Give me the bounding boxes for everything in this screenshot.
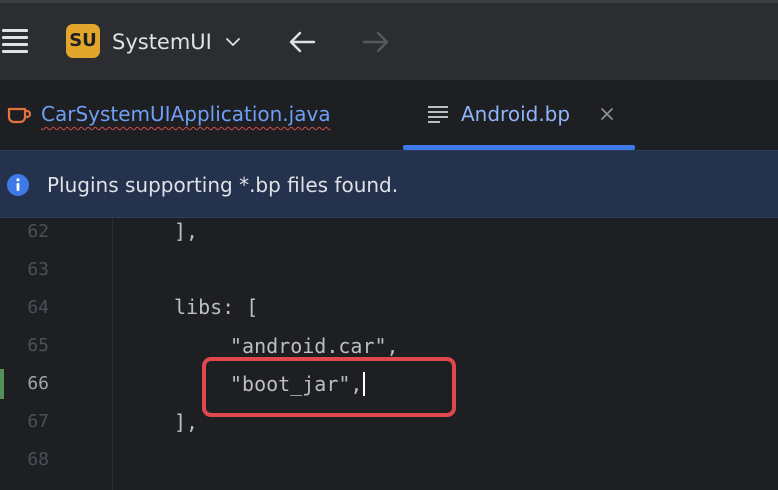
code-line[interactable]: "android.car", — [230, 333, 399, 359]
line-number: 68 — [27, 449, 49, 470]
text-file-icon — [428, 106, 448, 123]
line-number: 65 — [27, 335, 49, 356]
line-number: 64 — [27, 297, 49, 318]
tab-car-system-ui-application-java[interactable]: CarSystemUIApplication.java — [0, 80, 380, 150]
tab-label: Android.bp — [461, 102, 571, 126]
line-number: 67 — [27, 411, 49, 432]
code-line[interactable]: ], — [174, 409, 198, 435]
code-editor[interactable]: 62 63 64 65 66 67 68 ], libs: [ "android… — [0, 218, 778, 490]
project-name[interactable]: SystemUI — [112, 28, 212, 56]
hamburger-menu-icon[interactable] — [2, 27, 28, 55]
line-number-gutter: 62 63 64 65 66 67 68 — [0, 218, 110, 490]
code-line[interactable]: ], — [174, 218, 198, 244]
window-top-edge — [0, 0, 778, 3]
project-badge[interactable]: SU — [66, 24, 100, 58]
arrow-right-icon[interactable] — [358, 27, 392, 57]
plugin-notification-banner: Plugins supporting *.bp files found. — [0, 150, 778, 218]
close-icon[interactable] — [597, 104, 617, 124]
editor-tabs: CarSystemUIApplication.java Android.bp — [0, 80, 778, 150]
line-number-current: 66 — [27, 373, 49, 394]
title-bar: SU SystemUI — [0, 0, 778, 80]
chevron-down-icon[interactable] — [224, 33, 242, 51]
banner-message: Plugins supporting *.bp files found. — [47, 173, 399, 197]
line-number: 63 — [27, 259, 49, 280]
line-number: 62 — [27, 221, 49, 242]
arrow-left-icon[interactable] — [286, 27, 320, 57]
highlight-annotation-box — [202, 357, 456, 417]
tab-android-bp[interactable]: Android.bp — [403, 80, 635, 150]
info-icon — [7, 174, 29, 196]
java-cup-icon — [7, 107, 32, 124]
code-line[interactable]: libs: [ — [174, 294, 258, 320]
tab-label: CarSystemUIApplication.java — [41, 102, 331, 126]
gutter-separator — [112, 218, 113, 490]
